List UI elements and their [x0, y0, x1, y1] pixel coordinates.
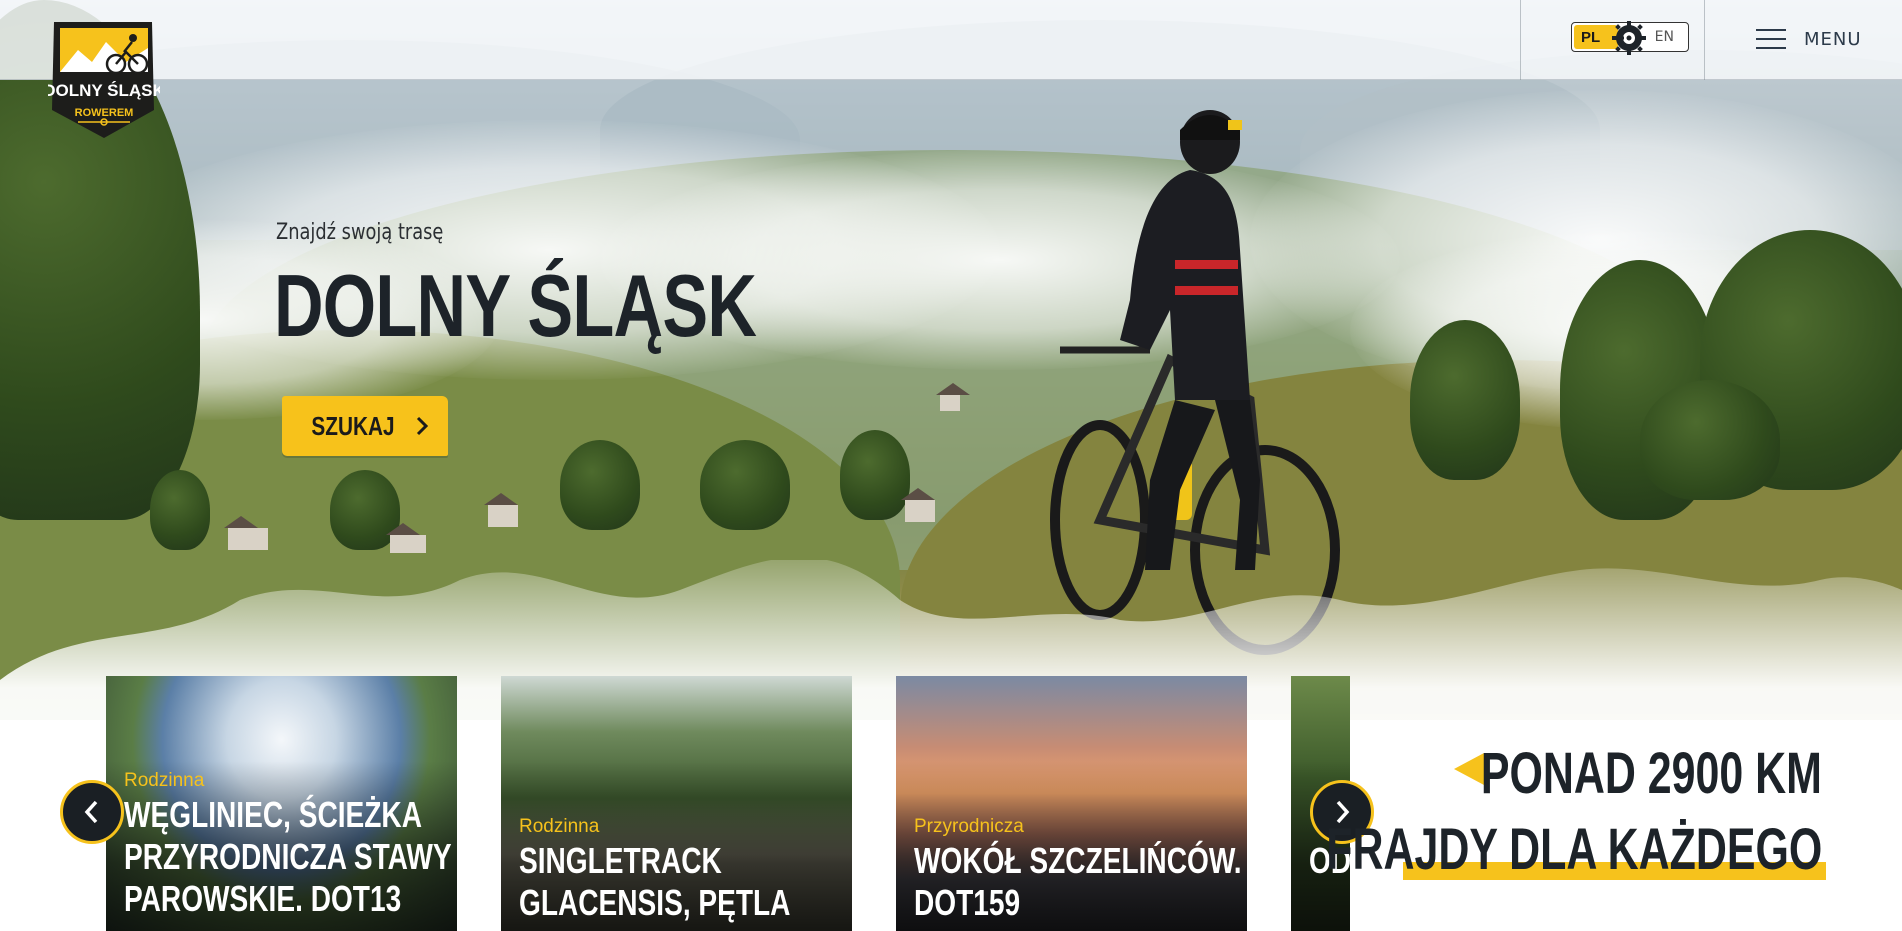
logo-subtitle: ROWEREM	[75, 107, 134, 119]
hero-subtitle: Znajdź swoją trasę	[276, 220, 444, 245]
route-card[interactable]: Przyrodnicza Wokół Szczelińców. DOT159	[896, 676, 1247, 931]
route-card-category: Przyrodnicza	[914, 816, 1024, 837]
chevron-right-icon	[416, 416, 429, 436]
route-card-category: Rodzinna	[519, 816, 600, 837]
language-switch[interactable]: PL EN	[1571, 21, 1689, 55]
route-card-category: Rodzinna	[124, 770, 205, 791]
route-card-title: Singletrack Glacensis, pętla Jagodna. DO…	[519, 840, 790, 931]
search-button[interactable]: SZUKAJ	[282, 396, 448, 456]
hero-background	[0, 0, 1902, 720]
logo-title: DOLNY ŚLĄSK	[48, 81, 160, 100]
promo-headline-line2: FRAJDY DLA KAŻDEGO	[1326, 817, 1822, 882]
carousel-prev-button[interactable]	[60, 780, 124, 844]
chevron-left-icon	[84, 800, 98, 824]
menu-button[interactable]: MENU	[1756, 24, 1862, 54]
header-divider	[1520, 0, 1521, 80]
route-card-title: Węgliniec, ścieżka przyrodnicza Stawy Pa…	[124, 794, 452, 919]
triangle-left-icon	[1454, 753, 1484, 785]
search-button-label: SZUKAJ	[311, 410, 395, 441]
route-card-title: Wokół Szczelińców. DOT159	[914, 840, 1242, 923]
hamburger-icon	[1756, 29, 1786, 49]
menu-label: MENU	[1804, 28, 1862, 50]
gear-icon	[1612, 21, 1646, 55]
route-card[interactable]: Rodzinna Singletrack Glacensis, pętla Ja…	[501, 676, 852, 931]
lang-en-option[interactable]: EN	[1655, 29, 1674, 45]
header-divider	[1704, 0, 1705, 80]
route-card[interactable]: Rodzinna Węgliniec, ścieżka przyrodnicza…	[106, 676, 457, 931]
hero-title: DOLNY ŚLĄSK	[274, 256, 757, 355]
promo-headline-line1: PONAD 2900 KM	[1480, 741, 1822, 806]
site-logo[interactable]: DOLNY ŚLĄSK ROWEREM	[48, 18, 160, 140]
top-navigation-bar: PL EN MENU	[0, 0, 1902, 80]
